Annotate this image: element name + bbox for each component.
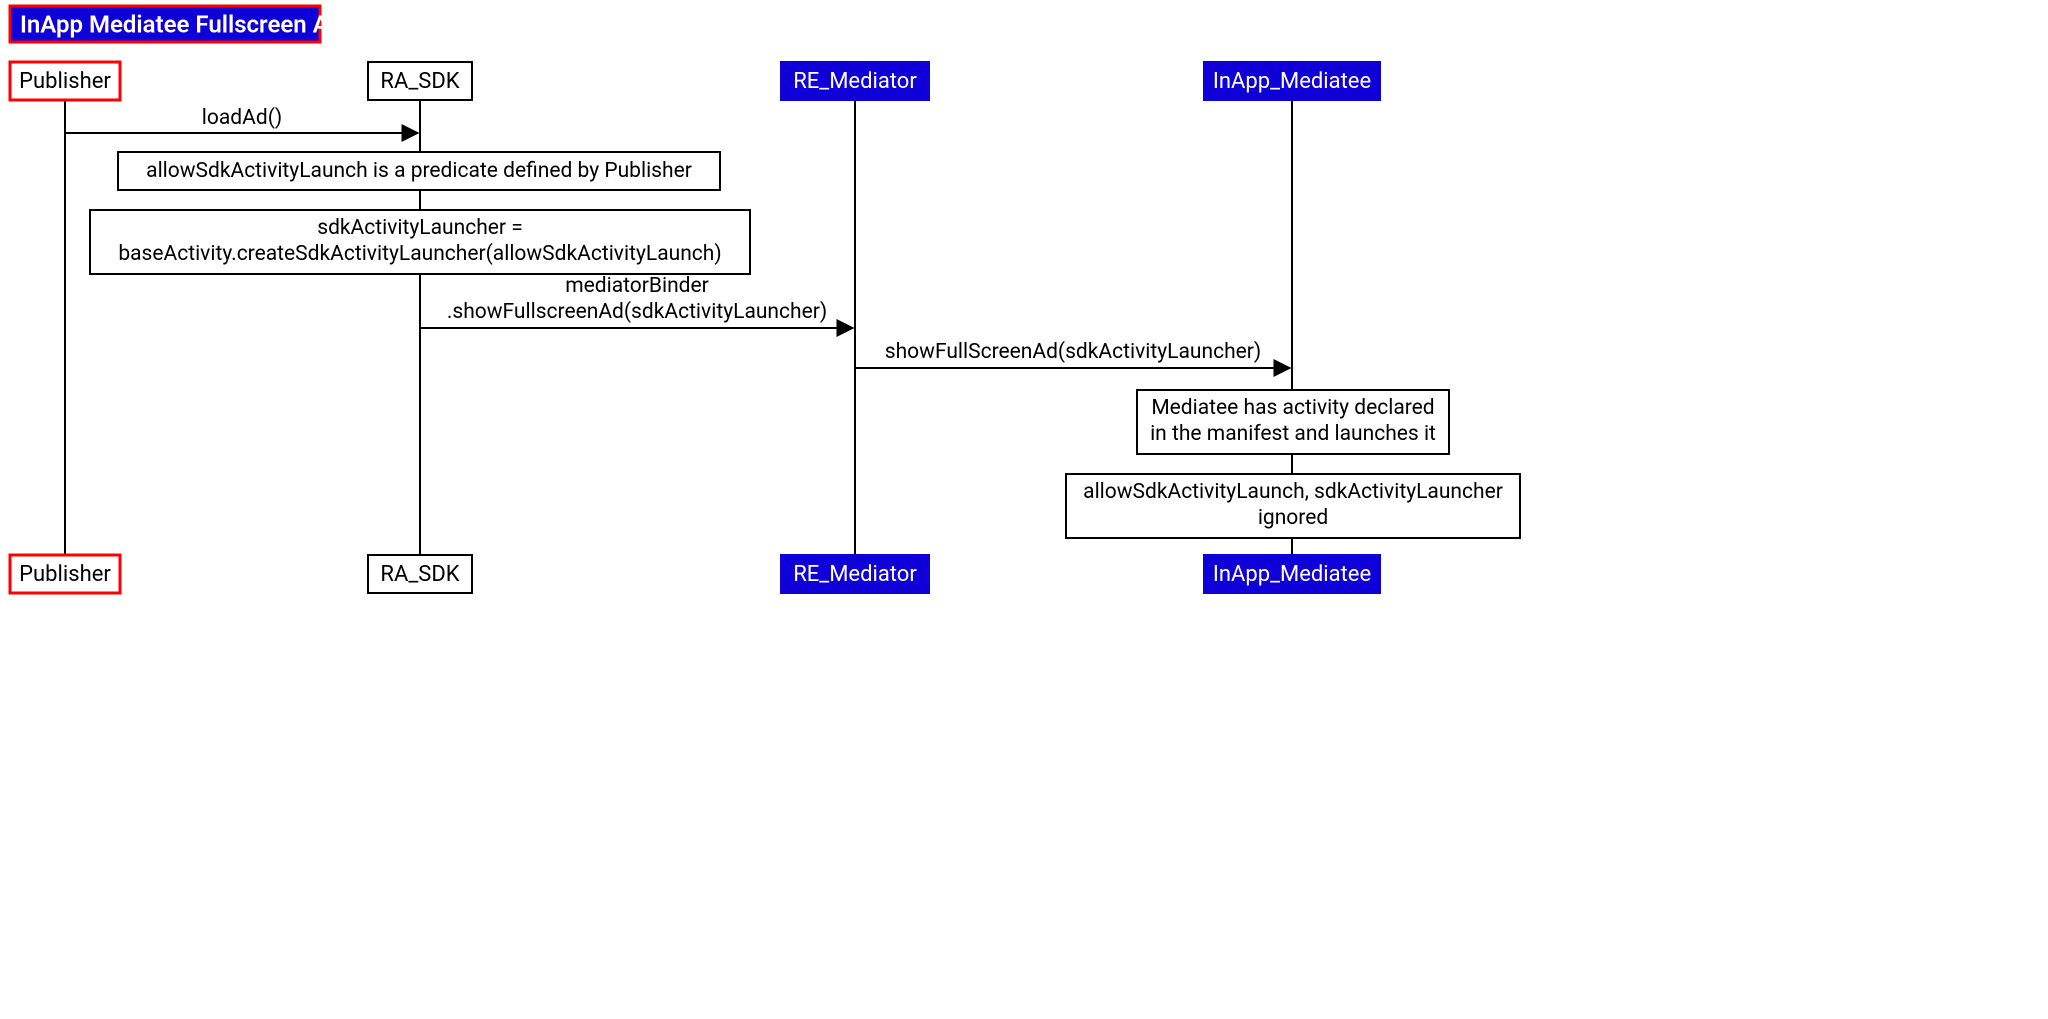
note-ignored-line2: ignored: [1258, 506, 1328, 530]
note-launcher-line1: sdkActivityLauncher =: [317, 216, 523, 240]
participant-ra-sdk-bottom: RA_SDK: [368, 555, 472, 593]
note-sdk-activity-launcher: sdkActivityLauncher = baseActivity.creat…: [90, 210, 750, 274]
note-launcher-line2: baseActivity.createSdkActivityLauncher(a…: [118, 242, 721, 266]
message-mediator-binder-line1: mediatorBinder: [565, 274, 709, 298]
diagram-title-label: InApp Mediatee Fullscreen Ad: [20, 10, 342, 38]
participant-publisher-top-label: Publisher: [19, 69, 111, 94]
participant-inapp-mediatee-bottom: InApp_Mediatee: [1204, 555, 1380, 593]
message-show-fullscreen-ad: showFullScreenAd(sdkActivityLauncher): [855, 340, 1290, 368]
note-manifest-line2: in the manifest and launches it: [1150, 422, 1436, 446]
message-mediator-binder-line2: .showFullscreenAd(sdkActivityLauncher): [447, 300, 827, 324]
note-ignored: allowSdkActivityLaunch, sdkActivityLaunc…: [1066, 474, 1520, 538]
sequence-diagram: InApp Mediatee Fullscreen Ad Publisher R…: [0, 0, 1540, 770]
message-loadad-label: loadAd(): [202, 106, 282, 130]
participant-re-mediator-bottom: RE_Mediator: [781, 555, 929, 593]
participant-publisher-top: Publisher: [10, 62, 120, 100]
participant-publisher-bottom: Publisher: [10, 555, 120, 593]
participant-publisher-bottom-label: Publisher: [19, 562, 111, 587]
participant-ra-sdk-top: RA_SDK: [368, 62, 472, 100]
note-predicate-label: allowSdkActivityLaunch is a predicate de…: [146, 159, 692, 183]
note-manifest: Mediatee has activity declared in the ma…: [1137, 390, 1449, 454]
participant-inapp-mediatee-top: InApp_Mediatee: [1204, 62, 1380, 100]
message-mediator-binder: mediatorBinder .showFullscreenAd(sdkActi…: [420, 274, 853, 328]
participant-re-mediator-bottom-label: RE_Mediator: [793, 562, 917, 587]
message-loadad: loadAd(): [65, 106, 418, 133]
message-show-fullscreen-ad-label: showFullScreenAd(sdkActivityLauncher): [885, 340, 1261, 364]
note-manifest-line1: Mediatee has activity declared: [1151, 396, 1434, 420]
note-ignored-line1: allowSdkActivityLaunch, sdkActivityLaunc…: [1083, 480, 1503, 504]
note-predicate: allowSdkActivityLaunch is a predicate de…: [118, 152, 720, 190]
participant-re-mediator-top-label: RE_Mediator: [793, 69, 917, 94]
diagram-title: InApp Mediatee Fullscreen Ad: [10, 6, 342, 42]
participant-inapp-mediatee-bottom-label: InApp_Mediatee: [1213, 562, 1371, 587]
participant-inapp-mediatee-top-label: InApp_Mediatee: [1213, 69, 1371, 94]
participant-re-mediator-top: RE_Mediator: [781, 62, 929, 100]
participant-ra-sdk-top-label: RA_SDK: [380, 69, 459, 94]
participant-ra-sdk-bottom-label: RA_SDK: [380, 562, 459, 587]
